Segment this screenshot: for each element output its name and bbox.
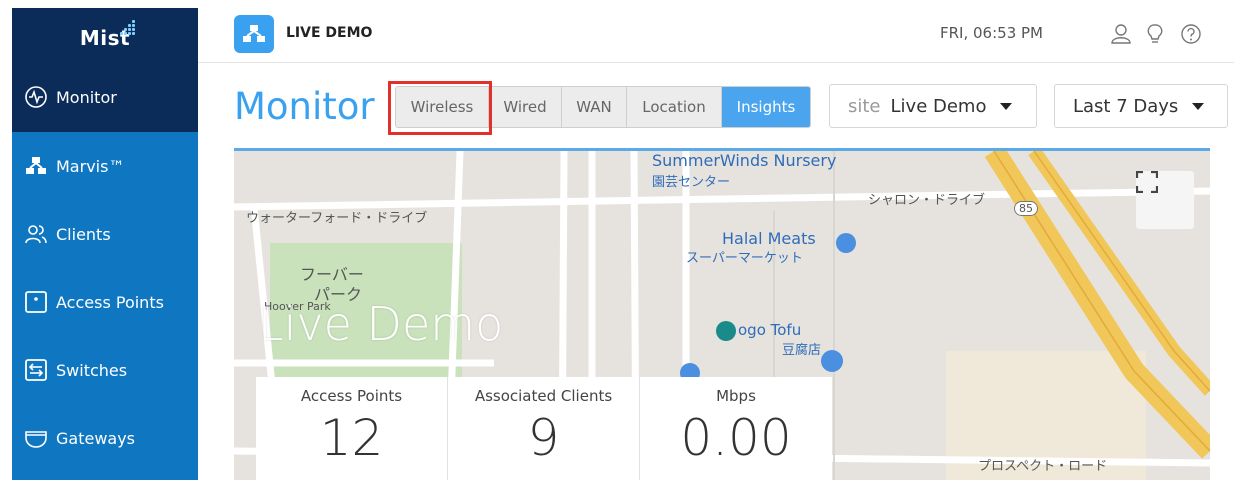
fullscreen-button[interactable] bbox=[1136, 171, 1194, 229]
map-label-tofu-jp: 豆腐店 bbox=[782, 343, 822, 358]
marvis-icon bbox=[24, 154, 48, 178]
logo-text: Mist bbox=[79, 26, 131, 50]
site-selector[interactable]: site Live Demo bbox=[829, 84, 1037, 128]
map-label-sharon-drive: シャロン・ドライブ bbox=[868, 193, 986, 208]
sidebar-item-label: Switches bbox=[56, 360, 128, 380]
stat-label: Associated Clients bbox=[474, 387, 613, 405]
chevron-down-icon bbox=[1192, 102, 1205, 110]
org-logo-icon[interactable] bbox=[234, 15, 274, 53]
fullscreen-icon bbox=[1136, 171, 1158, 193]
sidebar-item-clients[interactable]: Clients bbox=[12, 200, 198, 268]
wireless-tab-highlight bbox=[388, 81, 492, 135]
sidebar-item-label: Clients bbox=[56, 224, 111, 244]
map-label-nursery: SummerWinds Nursery bbox=[652, 151, 837, 170]
chevron-down-icon bbox=[1000, 102, 1013, 110]
stat-mbps[interactable]: Mbps 0.00 bbox=[640, 377, 832, 480]
map-label-tofu: ogo Tofu bbox=[738, 321, 802, 339]
map-label-waterford-drive: ウォーターフォード・ドライブ bbox=[246, 211, 428, 226]
sidebar-item-label: Monitor bbox=[56, 87, 117, 107]
date-range-value: Last 7 Days bbox=[1073, 95, 1179, 117]
sidebar-item-switches[interactable]: Switches bbox=[12, 336, 198, 404]
tab-insights[interactable]: Insights bbox=[722, 87, 810, 127]
stat-access-points[interactable]: Access Points 12 bbox=[256, 377, 448, 480]
map-site-name: Live Demo bbox=[258, 297, 504, 351]
tab-wan[interactable]: WAN bbox=[562, 87, 627, 127]
stat-label: Mbps bbox=[716, 387, 756, 405]
stat-value: 9 bbox=[527, 409, 560, 467]
map-label-nursery-jp: 園芸センター bbox=[652, 175, 731, 190]
access-point-icon bbox=[24, 290, 48, 314]
highway-shield-85: 85 bbox=[1014, 201, 1038, 216]
sidebar-item-label: Access Points bbox=[56, 292, 164, 312]
stat-label: Access Points bbox=[300, 387, 403, 405]
map-label-supermarket: スーパーマーケット bbox=[686, 251, 803, 266]
gateway-icon bbox=[24, 426, 48, 450]
sidebar-item-label: Gateways bbox=[56, 428, 136, 448]
clients-icon bbox=[24, 222, 48, 246]
stat-value: 0.00 bbox=[680, 409, 792, 467]
top-header: LIVE DEMO FRI, 06:53 PM bbox=[198, 8, 1234, 63]
tab-location[interactable]: Location bbox=[627, 87, 722, 127]
page-title: Monitor bbox=[234, 85, 375, 128]
header-time: FRI, 06:53 PM bbox=[940, 24, 1043, 42]
site-value: Live Demo bbox=[890, 95, 987, 117]
stat-associated-clients[interactable]: Associated Clients 9 bbox=[448, 377, 640, 480]
map-label-prospect-road: プロスペクト・ロード bbox=[978, 459, 1108, 474]
sidebar-item-marvis[interactable]: Marvis™ bbox=[12, 132, 198, 200]
org-name[interactable]: LIVE DEMO bbox=[286, 25, 372, 41]
sidebar: Mist Monitor Marvis™ Clients Access Poin… bbox=[12, 8, 198, 480]
tab-wired[interactable]: Wired bbox=[489, 87, 562, 127]
sidebar-item-access-points[interactable]: Access Points bbox=[12, 268, 198, 336]
site-stats: Access Points 12 Associated Clients 9 Mb… bbox=[256, 377, 832, 480]
switch-icon bbox=[24, 358, 48, 382]
sidebar-item-label: Marvis™ bbox=[56, 156, 125, 176]
help-icon[interactable] bbox=[1180, 23, 1202, 45]
pulse-icon bbox=[24, 85, 48, 109]
stat-value: 12 bbox=[319, 409, 384, 467]
site-prefix: site bbox=[848, 95, 881, 117]
user-icon[interactable] bbox=[1110, 23, 1132, 45]
mist-logo[interactable]: Mist bbox=[12, 8, 198, 62]
site-map[interactable]: SummerWinds Nursery 園芸センター シャロン・ドライブ ウォー… bbox=[234, 148, 1210, 480]
sidebar-item-gateways[interactable]: Gateways bbox=[12, 404, 198, 472]
lightbulb-icon[interactable] bbox=[1144, 23, 1166, 45]
date-range-selector[interactable]: Last 7 Days bbox=[1054, 84, 1228, 128]
sidebar-item-monitor[interactable]: Monitor bbox=[12, 62, 198, 132]
map-label-halal-meats: Halal Meats bbox=[722, 229, 816, 248]
